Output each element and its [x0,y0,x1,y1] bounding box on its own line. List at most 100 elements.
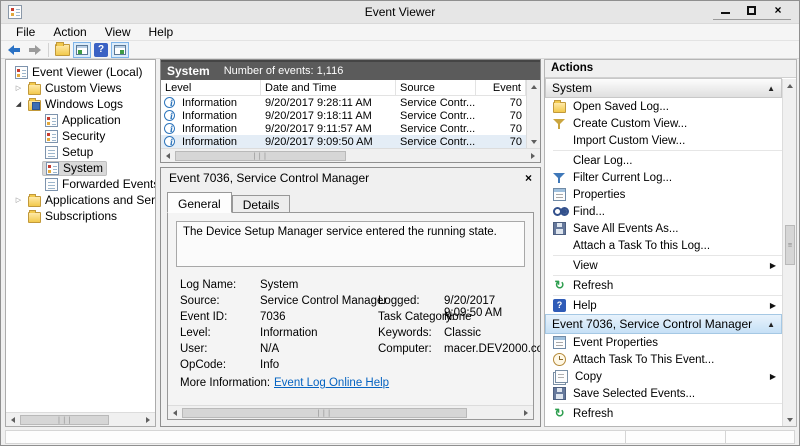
tree-item-custom-views[interactable]: ▷ Custom Views [6,80,155,96]
event-row[interactable]: iInformation 9/20/2017 9:11:57 AM Servic… [161,122,526,135]
action-copy[interactable]: Copy▶ [545,368,782,385]
maximize-button[interactable] [739,3,765,19]
forward-arrow-icon[interactable] [26,43,42,57]
events-vertical-scrollbar[interactable] [526,80,540,148]
scroll-right-button[interactable] [526,149,540,162]
source-value: Service Control Manager [260,295,387,307]
actions-section-event-7036[interactable]: Event 7036, Service Control Manager ▲ [545,314,782,334]
actions-pane-title: Actions [545,60,796,78]
action-filter-current-log[interactable]: Filter Current Log... [545,169,782,186]
source-label: Source: [180,295,220,307]
action-save-selected-events[interactable]: Save Selected Events... [545,385,782,402]
status-cell [626,431,726,443]
action-find[interactable]: Find... [545,203,782,220]
maximize-icon [747,6,756,15]
action-refresh-event[interactable]: ↻Refresh [545,405,782,422]
tree-item-windows-logs[interactable]: ◢ Windows Logs [6,96,155,112]
column-level[interactable]: Level [161,80,261,95]
scrollbar-thumb[interactable]: ||| [175,151,346,161]
events-count: Number of events: 1,116 [224,65,344,77]
expander-collapsed-icon[interactable]: ▷ [12,196,25,204]
events-pane-header: System Number of events: 1,116 [161,60,540,80]
events-horizontal-scrollbar[interactable]: ||| [161,148,540,162]
scrollbar-thumb[interactable]: ||| [182,408,467,418]
event-row-selected[interactable]: iInformation 9/20/2017 9:09:50 AM Servic… [161,135,526,148]
task-category-value: None [444,311,472,323]
scrollbar-thumb[interactable]: ||| [20,415,109,425]
minimize-button[interactable] [713,3,739,19]
action-attach-task-to-log[interactable]: Attach a Task To this Log... [545,237,782,254]
information-icon: i [164,136,175,147]
event-log-online-help-link[interactable]: Event Log Online Help [274,377,389,389]
action-attach-task-to-event[interactable]: Attach Task To This Event... [545,351,782,368]
event-row[interactable]: iInformation 9/20/2017 9:28:11 AM Servic… [161,96,526,109]
open-folder-icon [553,102,566,113]
scroll-left-button[interactable] [6,413,20,426]
scroll-left-button[interactable] [161,149,175,162]
action-refresh[interactable]: ↻Refresh [545,277,782,294]
column-event[interactable]: Event [476,80,526,95]
expander-expanded-icon[interactable]: ◢ [12,100,25,108]
scroll-right-button[interactable] [141,413,155,426]
scroll-down-button[interactable] [783,413,797,426]
column-source[interactable]: Source [396,80,476,95]
action-save-all-events-as[interactable]: Save All Events As... [545,220,782,237]
action-properties[interactable]: Properties [545,186,782,203]
tree-item-applications-and-services[interactable]: ▷ Applications and Services Lo [6,192,155,208]
show-action-pane-button[interactable] [111,42,129,58]
window-title: Event Viewer [1,5,799,19]
scroll-up-button[interactable] [527,80,541,93]
tree-item-event-viewer-local[interactable]: Event Viewer (Local) [6,64,155,80]
detail-horizontal-scrollbar[interactable]: ||| [168,405,533,419]
tree-horizontal-scrollbar[interactable]: ||| [6,412,155,426]
collapse-section-icon[interactable]: ▲ [767,84,775,93]
status-cell [6,431,626,443]
menu-view[interactable]: View [96,24,140,40]
minimize-icon [721,12,730,14]
tree-item-system[interactable]: System [6,160,155,176]
information-icon: i [164,123,175,134]
event-description: The Device Setup Manager service entered… [176,221,525,267]
collapse-section-icon[interactable]: ▲ [767,320,775,329]
column-date-time[interactable]: Date and Time [261,80,396,95]
binoculars-icon [553,205,566,218]
action-import-custom-view[interactable]: Import Custom View... [545,132,782,149]
scroll-left-button[interactable] [168,406,182,419]
detail-close-button[interactable]: × [525,171,532,185]
subscriptions-icon [28,212,41,223]
show-console-tree-button[interactable] [73,42,91,58]
scroll-down-button[interactable] [527,135,541,148]
actions-vertical-scrollbar[interactable]: ≡ [782,79,796,426]
tree-item-forwarded-events[interactable]: Forwarded Events [6,176,155,192]
tree-item-setup[interactable]: Setup [6,144,155,160]
event-row[interactable]: iInformation 9/20/2017 9:18:11 AM Servic… [161,109,526,122]
scroll-up-button[interactable] [783,79,797,92]
scroll-right-button[interactable] [519,406,533,419]
task-clock-icon [553,353,566,366]
action-event-properties[interactable]: Event Properties [545,334,782,351]
tree-item-subscriptions[interactable]: Subscriptions [6,208,155,224]
tab-general[interactable]: General [167,192,232,213]
open-saved-log-icon[interactable] [55,44,70,56]
action-view[interactable]: View▶ [545,257,782,274]
tree-item-application[interactable]: Application [6,112,155,128]
close-button[interactable]: × [765,3,791,19]
save-icon [553,387,566,400]
event-id-label: Event ID: [180,311,227,323]
filter-icon [553,173,566,186]
tree-item-security[interactable]: Security [6,128,155,144]
scrollbar-thumb[interactable]: ≡ [785,225,795,265]
tab-details[interactable]: Details [232,195,291,213]
help-icon[interactable]: ? [94,43,108,57]
log-name-label: Log Name: [180,279,236,291]
back-arrow-icon[interactable] [7,43,23,57]
menu-file[interactable]: File [7,24,44,40]
action-help[interactable]: ?Help▶ [545,297,782,314]
menu-help[interactable]: Help [140,24,183,40]
action-open-saved-log[interactable]: Open Saved Log... [545,98,782,115]
actions-section-system[interactable]: System ▲ [545,78,782,98]
action-clear-log[interactable]: Clear Log... [545,152,782,169]
expander-collapsed-icon[interactable]: ▷ [12,84,25,92]
menu-action[interactable]: Action [44,24,95,40]
action-create-custom-view[interactable]: Create Custom View... [545,115,782,132]
